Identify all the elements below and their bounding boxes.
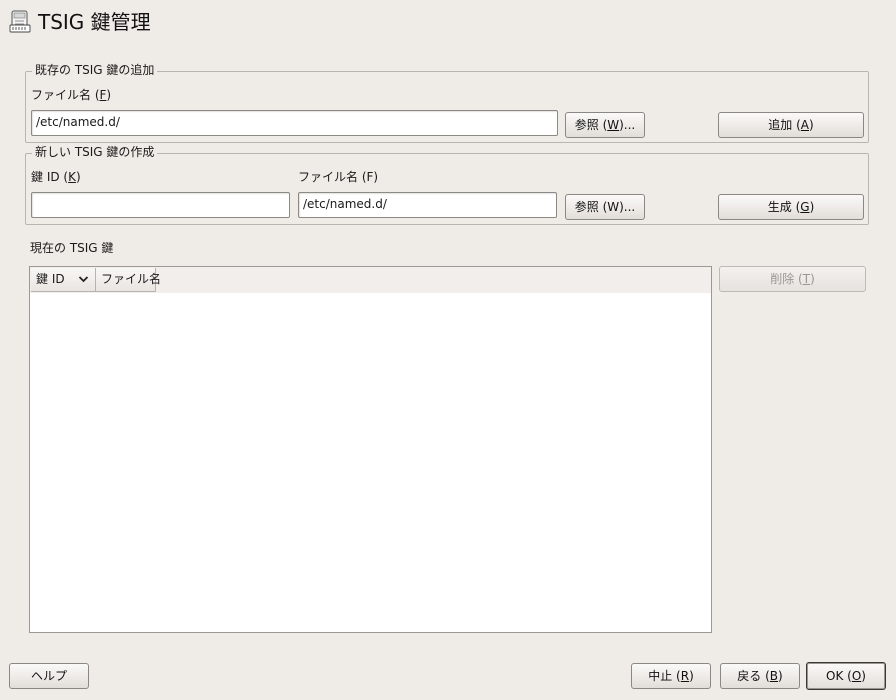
add-button[interactable]: 追加 (A) xyxy=(718,112,864,138)
existing-filename-label: ファイル名 (F) xyxy=(31,88,112,102)
create-new-key-legend: 新しい TSIG 鍵の作成 xyxy=(32,145,158,159)
existing-browse-button[interactable]: 参照 (W)... xyxy=(565,112,645,138)
sort-chevron-down-icon xyxy=(78,268,89,298)
ok-button[interactable]: OK (O) xyxy=(806,662,886,690)
current-keys-table[interactable]: 鍵 ID ファイル名 xyxy=(29,266,712,633)
help-button[interactable]: ヘルプ xyxy=(9,663,89,689)
key-id-input[interactable] xyxy=(31,192,290,218)
current-keys-label: 現在の TSIG 鍵 xyxy=(30,241,114,255)
generate-button[interactable]: 生成 (G) xyxy=(718,194,864,220)
column-header-key-id[interactable]: 鍵 ID xyxy=(31,268,96,292)
key-id-label: 鍵 ID (K) xyxy=(31,170,81,184)
new-filename-input[interactable]: /etc/named.d/ xyxy=(298,192,557,218)
server-key-icon xyxy=(9,10,31,34)
page-title: TSIG 鍵管理 xyxy=(38,10,151,34)
new-browse-button[interactable]: 参照 (W)... xyxy=(565,194,645,220)
new-filename-label: ファイル名 (F) xyxy=(298,170,379,184)
existing-filename-input[interactable]: /etc/named.d/ xyxy=(31,110,558,136)
add-existing-key-legend: 既存の TSIG 鍵の追加 xyxy=(32,63,158,77)
column-header-filename[interactable]: ファイル名 xyxy=(96,268,161,292)
abort-button[interactable]: 中止 (R) xyxy=(631,663,711,689)
back-button[interactable]: 戻る (B) xyxy=(720,663,800,689)
delete-button[interactable]: 削除 (T) xyxy=(719,266,866,292)
